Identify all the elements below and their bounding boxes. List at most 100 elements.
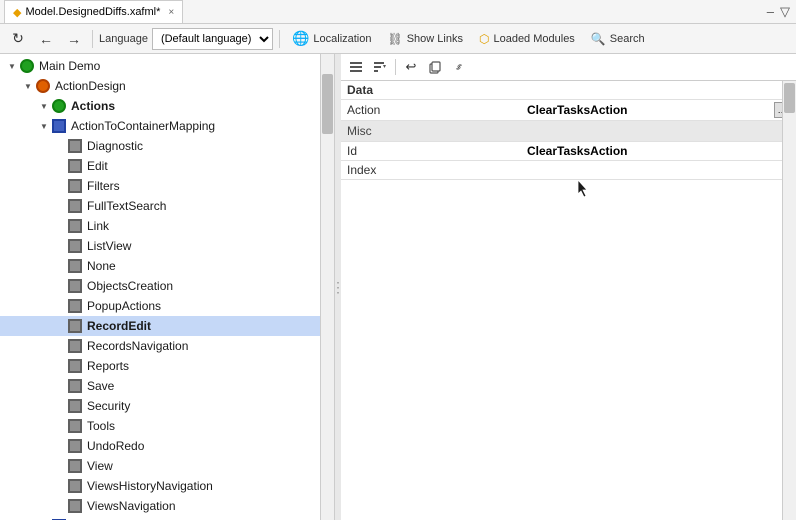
tree-item-label: Diagnostic	[87, 139, 143, 153]
tree-item[interactable]: Reports	[0, 356, 334, 376]
tree-item[interactable]: ViewsHistoryNavigation	[0, 476, 334, 496]
right-scrollbar-thumb	[784, 83, 795, 113]
search-button[interactable]: 🔍 Search	[585, 30, 651, 48]
tree-scrollbar[interactable]	[320, 54, 334, 520]
tree-item-label: ViewsNavigation	[87, 499, 176, 513]
toolbar-separator-1	[92, 30, 93, 48]
table-row-index[interactable]: Index	[341, 161, 796, 180]
left-panel: ▼Main Demo▼ActionDesign ▼ Actions ▼ActionTo…	[0, 54, 335, 520]
tree-item[interactable]: ObjectsCreation	[0, 276, 334, 296]
loaded-modules-button[interactable]: ⬡ Loaded Modules	[473, 30, 581, 48]
action-separator-1	[395, 59, 396, 75]
tree-item-label: ActionToContainerMapping	[71, 119, 215, 133]
tree-arrow-icon	[52, 238, 68, 254]
tree-arrow-icon	[52, 398, 68, 414]
tree-item-label: Main Demo	[39, 59, 100, 73]
tab-file-icon: ◆	[13, 6, 21, 19]
main-toolbar: ↻ ← → Language (Default language) 🌐 Loca…	[0, 24, 796, 54]
tree-item-label: Actions	[71, 99, 115, 113]
tree-item[interactable]: UndoRedo	[0, 436, 334, 456]
show-links-label: Show Links	[407, 33, 463, 45]
id-label: Id	[341, 142, 521, 161]
tree-item[interactable]: Link	[0, 216, 334, 236]
tree-item[interactable]: ▼ Actions	[0, 96, 334, 116]
id-value: ClearTasksAction	[521, 142, 768, 161]
tree-item[interactable]: Save	[0, 376, 334, 396]
undo-button[interactable]: ↩	[400, 57, 422, 77]
tree-arrow-icon	[52, 478, 68, 494]
table-row-id[interactable]: Id ClearTasksAction	[341, 142, 796, 161]
tree-item[interactable]: View	[0, 456, 334, 476]
link-button[interactable]	[448, 57, 470, 77]
tree-item-label: Filters	[87, 179, 120, 193]
tree-node-icon	[68, 479, 82, 493]
tree-arrow-icon	[52, 298, 68, 314]
right-scrollbar[interactable]	[782, 81, 796, 520]
tree: ▼Main Demo▼ActionDesign ▼ Actions ▼ActionTo…	[0, 54, 334, 520]
search-icon: 🔍	[591, 32, 606, 46]
tree-item[interactable]: FullTextSearch	[0, 196, 334, 216]
tree-item-label: ViewsHistoryNavigation	[87, 479, 213, 493]
tree-item[interactable]: ViewsNavigation	[0, 496, 334, 516]
tree-node-icon	[36, 79, 50, 93]
index-label: Index	[341, 161, 521, 180]
tree-arrow-icon	[52, 258, 68, 274]
tree-node-icon	[68, 239, 82, 253]
language-select[interactable]: (Default language)	[152, 28, 273, 50]
misc-section-label: Misc	[341, 121, 796, 142]
tree-node-icon	[68, 219, 82, 233]
forward-button[interactable]: →	[62, 28, 86, 50]
tab-bar: ◆ Model.DesignedDiffs.xafml* × – ▽	[0, 0, 796, 24]
table-row-action[interactable]: Action ClearTasksAction …	[341, 100, 796, 121]
refresh-button[interactable]: ↻	[6, 28, 30, 50]
tree-item-label: ObjectsCreation	[87, 279, 173, 293]
tree-item-label: ListView	[87, 239, 131, 253]
tree-item[interactable]: RecordEdit	[0, 316, 334, 336]
tree-item[interactable]: Security	[0, 396, 334, 416]
tab-controls: – ▽	[765, 2, 792, 22]
tree-node-icon	[68, 419, 82, 433]
tree-arrow-icon	[52, 458, 68, 474]
tree-arrow-icon	[52, 498, 68, 514]
data-section-label: Data	[347, 83, 373, 97]
tree-node-icon	[68, 439, 82, 453]
tree-node-icon	[68, 259, 82, 273]
sort-button[interactable]	[369, 57, 391, 77]
show-links-button[interactable]: ⛓ Show Links	[381, 30, 469, 48]
tree-item[interactable]: RecordsNavigation	[0, 336, 334, 356]
tree-arrow-icon: ▼	[36, 98, 52, 114]
copy-button[interactable]	[424, 57, 446, 77]
tree-node-icon	[20, 59, 34, 73]
tree-node-icon	[68, 459, 82, 473]
tree-node-icon	[68, 299, 82, 313]
action-value: ClearTasksAction	[521, 100, 768, 121]
tree-item[interactable]: ▼ActionDesign	[0, 76, 334, 96]
sort-icon	[373, 60, 387, 74]
tree-node-icon	[52, 99, 66, 113]
tree-item[interactable]: ▼Main Demo	[0, 56, 334, 76]
back-button[interactable]: ←	[34, 28, 58, 50]
cube-icon: ⬡	[479, 32, 489, 46]
tree-arrow-icon	[52, 218, 68, 234]
tree-item-label: Security	[87, 399, 130, 413]
tree-item[interactable]: None	[0, 256, 334, 276]
tree-item[interactable]: Edit	[0, 156, 334, 176]
tree-item[interactable]: Diagnostic	[0, 136, 334, 156]
misc-section-row: Misc	[341, 121, 796, 142]
tree-item[interactable]: PopupActions	[0, 296, 334, 316]
tree-item[interactable]: ▼ActionToContainerMapping	[0, 116, 334, 136]
tree-item[interactable]: Tools	[0, 416, 334, 436]
tab-close-button[interactable]: ×	[168, 7, 174, 18]
window-maximize-icon[interactable]: ▽	[778, 2, 792, 22]
tree-item[interactable]: Filters	[0, 176, 334, 196]
tree-node-icon	[68, 159, 82, 173]
search-label: Search	[610, 33, 645, 45]
tab-model-diffs[interactable]: ◆ Model.DesignedDiffs.xafml* ×	[4, 0, 183, 23]
table-value-header	[521, 81, 768, 100]
list-view-button[interactable]	[345, 57, 367, 77]
localization-button[interactable]: 🌐 Localization	[286, 28, 378, 49]
tree-item[interactable]: ▶Controllers	[0, 516, 334, 520]
language-label: Language	[99, 33, 148, 45]
tree-item[interactable]: ListView	[0, 236, 334, 256]
window-minimize-icon[interactable]: –	[765, 2, 776, 22]
